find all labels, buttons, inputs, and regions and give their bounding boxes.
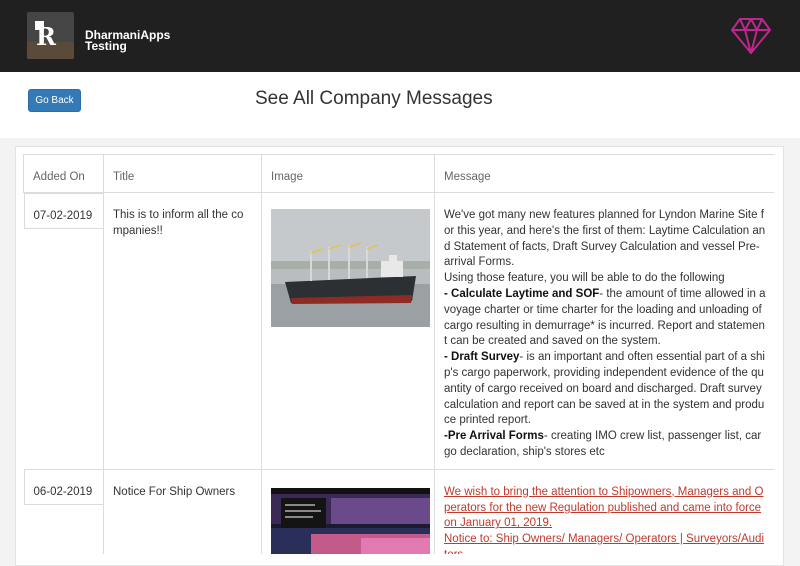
app-logo[interactable]: R xyxy=(27,12,74,59)
message-item-title: - Draft Survey xyxy=(444,351,520,364)
diamond-icon[interactable] xyxy=(730,16,772,56)
message-link[interactable]: We wish to bring the attention to Shipow… xyxy=(444,486,763,530)
date-value: 07-02-2019 xyxy=(23,193,104,229)
message-item-title: - Calculate Laytime and SOF xyxy=(444,287,600,300)
top-bar: R DharmaniApps Testing xyxy=(0,0,800,72)
messages-table: Added On Title Image Message 07-02-2019 … xyxy=(23,154,774,554)
message-cell: We wish to bring the attention to Shipow… xyxy=(434,468,774,554)
table-row: 06-02-2019 Notice For Ship Owners We wis… xyxy=(23,468,774,554)
title-cell: This is to inform all the companies!! xyxy=(103,192,262,470)
date-cell: 06-02-2019 xyxy=(23,469,104,554)
page-title: See All Company Messages xyxy=(255,88,493,109)
message-line: Using those feature, you will be able to… xyxy=(444,272,725,285)
message-item-title: -Pre Arrival Forms xyxy=(444,430,544,443)
header-message[interactable]: Message xyxy=(434,154,774,193)
date-cell: 07-02-2019 xyxy=(23,193,104,470)
table-header-row: Added On Title Image Message xyxy=(23,154,774,193)
brand-line-2: Testing xyxy=(85,39,127,53)
image-cell xyxy=(261,468,435,554)
messages-table-container[interactable]: Added On Title Image Message 07-02-2019 … xyxy=(23,154,774,554)
go-back-button[interactable]: Go Back xyxy=(28,89,81,112)
header-added-on[interactable]: Added On xyxy=(23,154,104,193)
brand-name: DharmaniApps Testing xyxy=(85,29,170,53)
message-cell: We've got many new features planned for … xyxy=(434,192,774,470)
message-link[interactable]: Notice to: Ship Owners/ Managers/ Operat… xyxy=(444,533,764,554)
website-screenshot-image[interactable] xyxy=(271,487,430,554)
table-row: 07-02-2019 This is to inform all the com… xyxy=(23,192,774,470)
message-intro: We've got many new features planned for … xyxy=(444,209,766,269)
header-image[interactable]: Image xyxy=(261,154,435,193)
date-value: 06-02-2019 xyxy=(23,469,104,506)
logo-icon: R xyxy=(27,12,74,59)
image-cell xyxy=(261,192,435,470)
header-title[interactable]: Title xyxy=(103,154,262,193)
cargo-ship-image[interactable] xyxy=(271,209,430,327)
title-cell: Notice For Ship Owners xyxy=(103,468,262,554)
